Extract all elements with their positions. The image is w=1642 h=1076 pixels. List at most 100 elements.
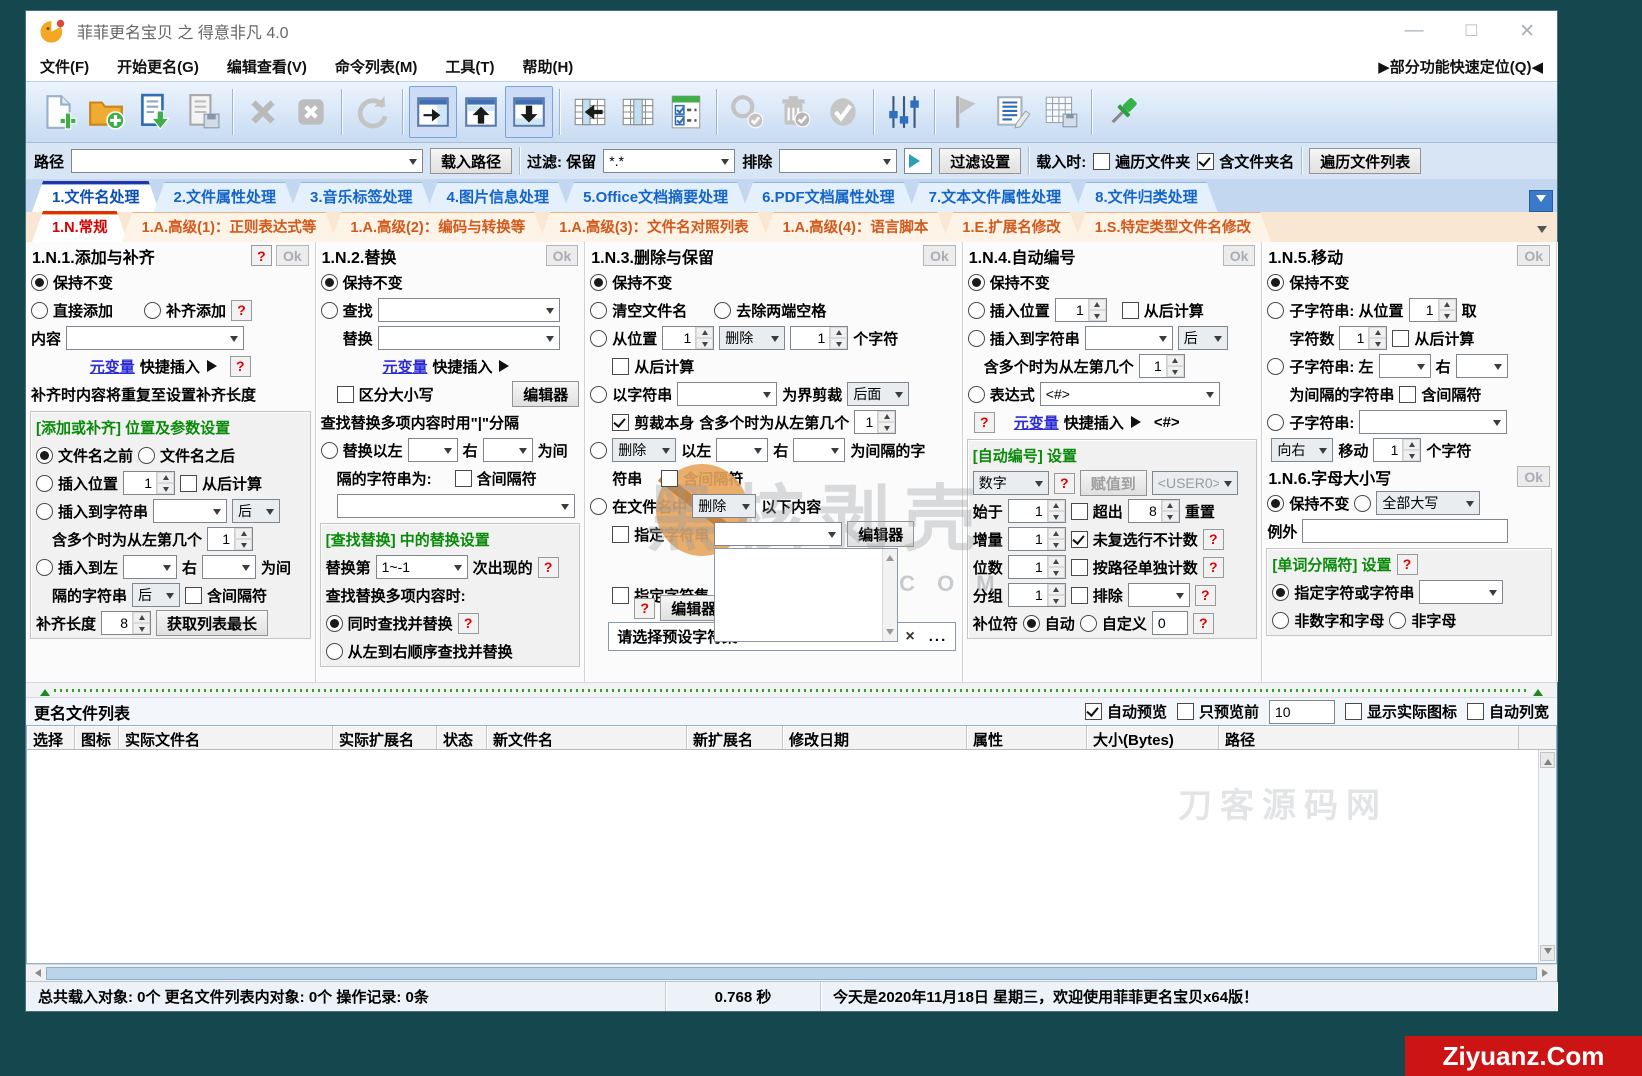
combo-box[interactable]	[677, 382, 777, 406]
tab-main-7[interactable]: 7.文本文件属性处理	[909, 182, 1082, 212]
filter-keep-combo[interactable]: *.*	[603, 149, 735, 173]
push-button[interactable]: 编辑器	[512, 381, 579, 407]
column-header-9[interactable]: 属性	[967, 726, 1087, 749]
menu-edit-view[interactable]: 编辑查看(V)	[227, 56, 307, 77]
radio-option[interactable]: 直接添加	[31, 300, 113, 321]
spinner-down-icon[interactable]	[1439, 310, 1456, 321]
file-list-area[interactable]: 刀客源码网	[27, 750, 1538, 963]
tab-sub-4[interactable]: 1.A.高级(3)：文件名对照列表	[539, 212, 768, 242]
ok-button[interactable]: Ok	[1223, 245, 1256, 266]
radio-option[interactable]: 替换以左	[321, 440, 403, 461]
checkbox-option[interactable]: 含间隔符	[455, 468, 537, 489]
checklist-button[interactable]	[662, 86, 710, 138]
ok-button[interactable]: Ok	[276, 245, 309, 266]
push-button[interactable]: 赋值到	[1080, 470, 1147, 496]
ok-button[interactable]: Ok	[1517, 245, 1550, 266]
spinner-input[interactable]: 8	[1128, 499, 1180, 523]
apply-check-button[interactable]	[819, 86, 867, 138]
radio-option[interactable]: 文件名之前	[36, 445, 133, 466]
checkbox-option[interactable]: 剪裁本身	[612, 412, 694, 433]
tab-main-2[interactable]: 2.文件属性处理	[154, 182, 297, 212]
spinner-input[interactable]: 1	[662, 326, 714, 350]
column-header-10[interactable]: 大小(Bytes)	[1087, 726, 1219, 749]
expand-arrow-icon[interactable]	[499, 360, 515, 372]
radio-option[interactable]: 清空文件名	[590, 300, 687, 321]
radio-option[interactable]: 自定义	[1080, 613, 1147, 634]
panel-up-button[interactable]	[457, 86, 505, 138]
expand-arrow-icon[interactable]	[1131, 416, 1147, 428]
menu-command-list[interactable]: 命令列表(M)	[335, 56, 418, 77]
combo-box[interactable]: 后面	[847, 382, 909, 406]
combo-box[interactable]: 删除	[719, 326, 785, 350]
spinner-up-icon[interactable]	[157, 472, 174, 483]
ok-button[interactable]: Ok	[546, 245, 579, 266]
spinner-down-icon[interactable]	[133, 623, 150, 634]
textarea-scrollbar[interactable]	[882, 549, 897, 641]
radio-option[interactable]: 保持不变	[1267, 493, 1349, 514]
radio-option[interactable]: 子字符串:	[1267, 412, 1354, 433]
combo-box[interactable]: 后	[232, 499, 280, 523]
text-input[interactable]: 0	[1152, 611, 1188, 635]
spinner-down-icon[interactable]	[1369, 338, 1386, 349]
tab-sub-1[interactable]: 1.N.常规	[32, 211, 128, 242]
combo-box[interactable]: <#>	[1040, 382, 1220, 406]
push-button[interactable]: 获取列表最长	[156, 610, 268, 636]
combo-box[interactable]	[1359, 410, 1507, 434]
scroll-right-icon[interactable]	[1539, 967, 1555, 979]
combo-box[interactable]: 后	[1178, 326, 1228, 350]
help-button[interactable]: ?	[251, 245, 272, 266]
combo-box[interactable]: <USER0>	[1152, 471, 1238, 495]
list-option-3[interactable]: 显示实际图标	[1345, 701, 1457, 722]
scroll-up-icon[interactable]	[1540, 752, 1555, 768]
splitter-handle[interactable]	[26, 682, 1557, 697]
spinner-up-icon[interactable]	[1439, 299, 1456, 310]
scroll-down-icon[interactable]	[1540, 945, 1555, 961]
combo-box[interactable]	[1085, 326, 1173, 350]
help-button[interactable]: ?	[1054, 473, 1075, 494]
charset-textarea[interactable]	[714, 548, 898, 642]
spinner-input[interactable]: 1	[1008, 527, 1066, 551]
checkbox-option[interactable]: 含间隔符	[185, 585, 267, 606]
tab-sub-overflow-icon[interactable]	[1531, 222, 1553, 242]
help-button[interactable]: ?	[458, 613, 479, 634]
checkbox-option[interactable]: 未复选行不计数	[1071, 529, 1198, 550]
combo-box[interactable]	[483, 438, 533, 462]
radio-option[interactable]: 在文件名中	[590, 496, 687, 517]
spinner-input[interactable]: 1	[854, 410, 896, 434]
spinner-up-icon[interactable]	[1048, 556, 1065, 567]
column-header-7[interactable]: 新扩展名	[687, 726, 783, 749]
tab-main-6[interactable]: 6.PDF文档属性处理	[742, 182, 915, 212]
spinner-up-icon[interactable]	[830, 327, 847, 338]
help-button[interactable]: ?	[1397, 554, 1418, 575]
radio-option[interactable]: 同时查找并替换	[326, 613, 453, 634]
radio-option[interactable]: 从位置	[590, 328, 657, 349]
spinner-input[interactable]: 1	[1409, 298, 1457, 322]
column-select-button[interactable]	[614, 86, 662, 138]
spinner-up-icon[interactable]	[133, 612, 150, 623]
radio-option[interactable]: 子字符串: 从位置	[1267, 300, 1403, 321]
combo-box[interactable]	[1419, 580, 1503, 604]
panel-down-button[interactable]	[505, 86, 553, 138]
spinner-up-icon[interactable]	[878, 411, 895, 422]
preview-count-input[interactable]: 10	[1269, 700, 1335, 724]
combo-box[interactable]: 1~-1	[376, 555, 468, 579]
path-combo[interactable]	[71, 149, 423, 173]
tab-main-1[interactable]: 1.文件名处理	[32, 181, 160, 212]
checkbox-option[interactable]: 从后计算	[612, 356, 694, 377]
minimize-button[interactable]: —	[1405, 20, 1424, 43]
tab-sub-3[interactable]: 1.A.高级(2)：编码与转换等	[330, 212, 545, 242]
column-header-5[interactable]: 状态	[437, 726, 487, 749]
spinner-down-icon[interactable]	[878, 422, 895, 433]
menu-file[interactable]: 文件(F)	[40, 56, 89, 77]
spinner-input[interactable]: 1	[1373, 438, 1421, 462]
delete-button[interactable]	[239, 86, 287, 138]
tab-main-4[interactable]: 4.图片信息处理	[427, 182, 570, 212]
include-folder-name-checkbox[interactable]: 含文件夹名	[1197, 151, 1294, 172]
new-file-button[interactable]	[34, 86, 82, 138]
combo-box[interactable]	[378, 326, 560, 350]
combo-box[interactable]	[1379, 354, 1431, 378]
column-header-8[interactable]: 修改日期	[783, 726, 967, 749]
combo-box[interactable]: 数字	[973, 471, 1049, 495]
filter-settings-button[interactable]: 过滤设置	[939, 148, 1021, 174]
help-button[interactable]: ?	[1195, 585, 1216, 606]
